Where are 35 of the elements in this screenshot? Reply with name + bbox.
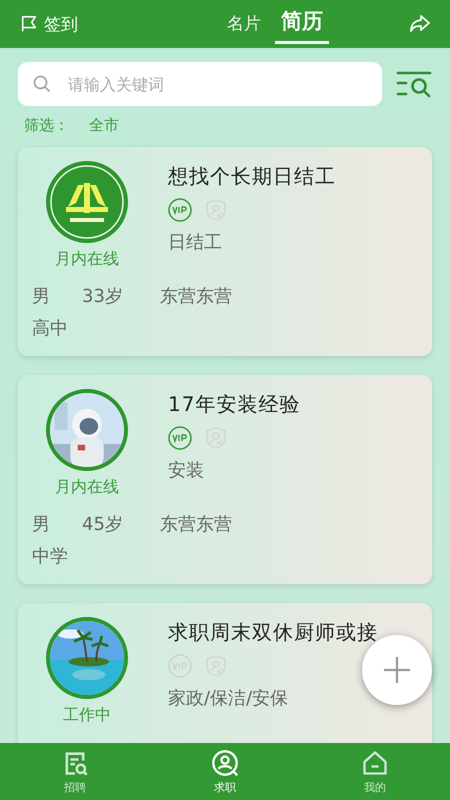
- filter-search-icon[interactable]: [396, 70, 432, 98]
- filter-label: 筛选：: [24, 116, 69, 135]
- user-search-icon: [211, 748, 239, 776]
- resume-card[interactable]: 工作中 求职周末双休厨师或接 家政/保洁/安保: [18, 603, 432, 743]
- search-field[interactable]: 请输入关键词: [18, 62, 382, 106]
- age-text: 33岁: [82, 285, 124, 308]
- checkin-button[interactable]: 签到: [20, 12, 78, 36]
- tab[interactable]: 简历: [275, 4, 329, 44]
- location-text: 东营东营: [160, 285, 232, 308]
- nav-tab[interactable]: 求职: [180, 743, 270, 800]
- resume-title: 想找个长期日结工: [168, 163, 336, 190]
- online-status: 工作中: [63, 705, 111, 726]
- resume-card[interactable]: 月内在线 17年安装经验 安装 男 45岁 东营东营 中学: [18, 375, 432, 584]
- house-icon: [361, 748, 389, 776]
- education-text: 中学: [32, 545, 69, 568]
- job-category: 家政/保洁/安保: [168, 687, 290, 710]
- gender-text: 男: [32, 513, 51, 536]
- resume-title: 求职周末双休厨师或接: [168, 619, 378, 646]
- filter-option[interactable]: 全市: [89, 116, 119, 135]
- nav-tab[interactable]: 招聘: [30, 743, 120, 800]
- job-category: 安装: [168, 459, 205, 482]
- online-status: 月内在线: [55, 477, 119, 498]
- resume-card[interactable]: 月内在线 想找个长期日结工 日结工 男 33岁 东营东营 高中: [18, 147, 432, 356]
- plus-icon: [382, 655, 412, 685]
- online-status: 月内在线: [55, 249, 119, 270]
- resume-title: 17年安装经验: [168, 391, 300, 418]
- search-icon: [32, 74, 52, 94]
- location-text: 东营东营: [160, 513, 232, 536]
- nav-tab[interactable]: 我的: [330, 743, 420, 800]
- tab[interactable]: 名片: [221, 10, 267, 44]
- gender-text: 男: [32, 285, 51, 308]
- job-category: 日结工: [168, 231, 223, 254]
- flag-icon: [20, 15, 38, 33]
- age-text: 45岁: [82, 513, 124, 536]
- education-text: 高中: [32, 317, 69, 340]
